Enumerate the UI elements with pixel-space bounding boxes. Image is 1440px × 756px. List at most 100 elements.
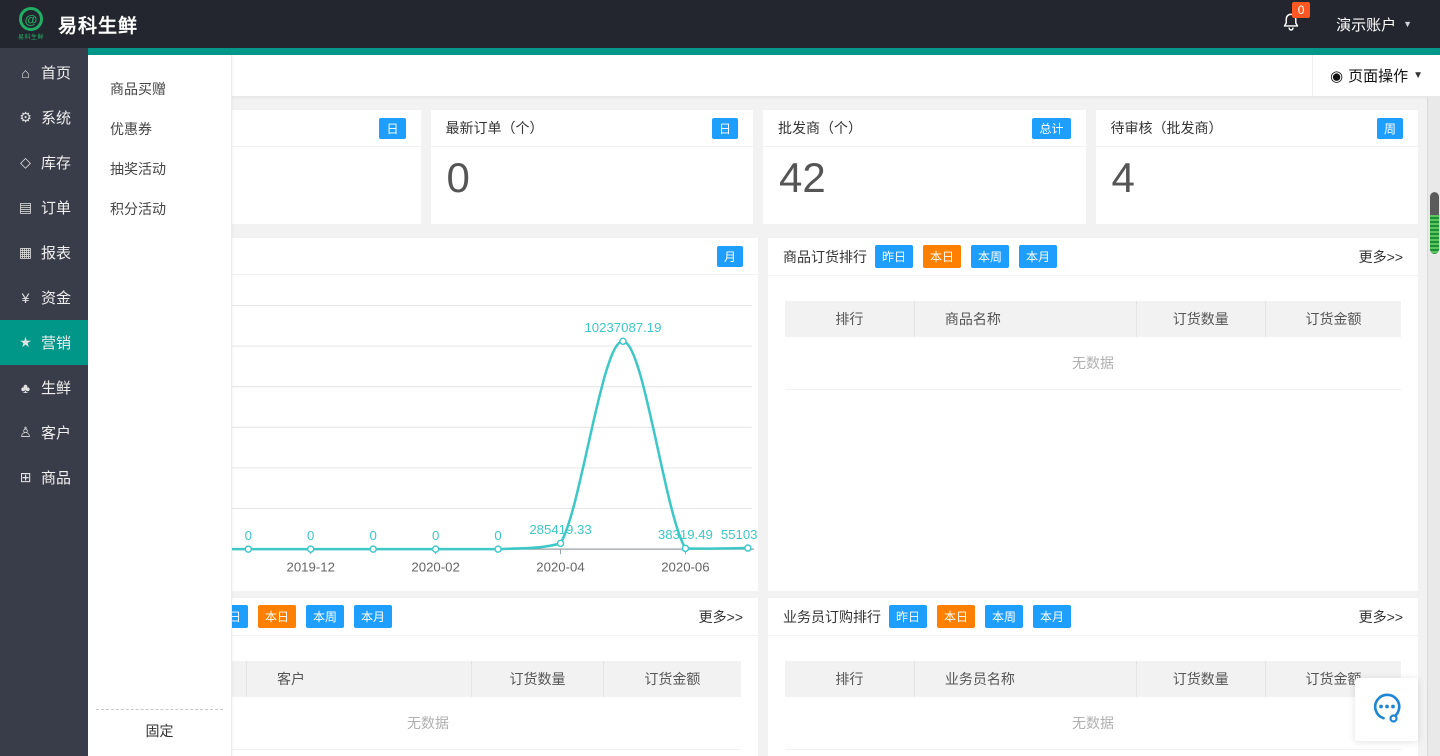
bell-icon (1280, 20, 1302, 37)
svg-text:38319.49: 38319.49 (658, 527, 713, 542)
scrollbar-thumb[interactable] (1430, 192, 1439, 254)
scrollbar-thumb-cap (1430, 192, 1439, 215)
stat-card-wholesalers: 批发商（个）总计 42 (763, 110, 1086, 224)
col-order-amount: 订货金额 (603, 661, 741, 697)
submenu-item-lottery[interactable]: 抽奖活动 (88, 149, 231, 189)
logo-spiral-icon: @ (19, 7, 43, 31)
chevron-down-icon: ▼ (1403, 19, 1412, 29)
sidebar-item-label: 库存 (41, 152, 71, 173)
empty-state: 无数据 (785, 697, 1401, 749)
more-link[interactable]: 更多>> (699, 607, 743, 627)
tab-today[interactable]: 本日 (258, 605, 296, 628)
grid-icon: ⊞ (17, 469, 34, 486)
submenu-item-buy-gift[interactable]: 商品买赠 (88, 69, 231, 109)
col-order-qty: 订货数量 (1136, 301, 1265, 337)
sidebar-item-products[interactable]: ⊞商品 (0, 455, 88, 500)
col-order-qty: 订货数量 (472, 661, 603, 697)
svg-text:0: 0 (369, 528, 376, 543)
home-icon: ⌂ (17, 65, 34, 81)
sidebar-item-customers[interactable]: ♙客户 (0, 410, 88, 455)
sidebar-item-system[interactable]: ⚙系统 (0, 95, 88, 140)
notification-count-badge: 0 (1292, 2, 1310, 18)
notification-bell[interactable]: 0 (1280, 11, 1302, 38)
more-link[interactable]: 更多>> (1359, 607, 1403, 627)
col-salesman-name: 业务员名称 (914, 661, 1136, 697)
product-ranking-panel: 商品订货排行 昨日 本日 本周 本月 更多>> 排行 商品名称 订货数量 (768, 238, 1418, 591)
star-icon: ★ (17, 334, 34, 351)
account-menu[interactable]: 演示账户 ▼ (1336, 14, 1412, 35)
sidebar-item-label: 系统 (41, 107, 71, 128)
sidebar-item-label: 生鲜 (41, 377, 71, 398)
tab-this-week[interactable]: 本周 (985, 605, 1023, 628)
sidebar-item-reports[interactable]: ▦报表 (0, 230, 88, 275)
submenu-item-points[interactable]: 积分活动 (88, 189, 231, 229)
svg-text:2020-02: 2020-02 (411, 559, 459, 574)
svg-text:2020-04: 2020-04 (536, 559, 584, 574)
chat-support-button[interactable] (1355, 678, 1418, 741)
tab-this-month[interactable]: 本月 (1033, 605, 1071, 628)
tab-yesterday[interactable]: 昨日 (875, 245, 913, 268)
toolbar: ◉ 页面操作 ▼ (88, 55, 1440, 97)
col-order-amount: 订货金额 (1265, 301, 1401, 337)
account-name: 演示账户 (1336, 14, 1396, 35)
submenu-item-coupons[interactable]: 优惠券 (88, 109, 231, 149)
page-actions-button[interactable]: ◉ 页面操作 ▼ (1312, 55, 1440, 96)
app-logo: @ 易科生鲜 (18, 7, 44, 41)
svg-text:2019-12: 2019-12 (287, 559, 335, 574)
panel-title: 商品订货排行 (783, 247, 867, 267)
tab-this-week[interactable]: 本周 (971, 245, 1009, 268)
document-icon: ▤ (17, 199, 34, 216)
sidebar-item-label: 首页 (41, 62, 71, 83)
tab-this-month[interactable]: 本月 (354, 605, 392, 628)
svg-text:0: 0 (494, 528, 501, 543)
pin-submenu-button[interactable]: 固定 (96, 709, 223, 756)
period-badge: 月 (717, 246, 743, 267)
stat-card-title: 最新订单（个） (446, 118, 544, 138)
stat-card-pending-review: 待审核（批发商） 周 4 (1096, 110, 1419, 224)
scrollbar-track[interactable] (1427, 97, 1440, 756)
svg-text:2020-06: 2020-06 (661, 559, 709, 574)
svg-text:0: 0 (307, 528, 314, 543)
chat-bubble-icon (1369, 689, 1405, 730)
tab-yesterday[interactable]: 昨日 (889, 605, 927, 628)
svg-text:0: 0 (432, 528, 439, 543)
sidebar-item-orders[interactable]: ▤ 订单 (0, 185, 88, 230)
tree-icon: ♣ (17, 380, 34, 396)
col-order-qty: 订货数量 (1136, 661, 1265, 697)
stat-card-title: 待审核（批发商） (1111, 118, 1223, 138)
accent-bar (88, 48, 1440, 55)
stat-card-value: 0 (431, 147, 754, 209)
tab-today[interactable]: 本日 (923, 245, 961, 268)
logo-caption: 易科生鲜 (18, 32, 44, 41)
marketing-submenu: 商品买赠 优惠券 抽奖活动 积分活动 固定 (88, 55, 232, 756)
salesman-ranking-table: 排行 业务员名称 订货数量 订货金额 无数据 (785, 661, 1401, 750)
sidebar-item-label: 营销 (41, 332, 71, 353)
stat-card-latest-orders: 最新订单（个） 日 0 (431, 110, 754, 224)
radio-dot-icon: ◉ (1330, 67, 1343, 85)
more-link[interactable]: 更多>> (1359, 247, 1403, 267)
chevron-down-icon: ▼ (1413, 70, 1423, 81)
col-product-name: 商品名称 (914, 301, 1136, 337)
sidebar-nav: ⌂ 首页 ⚙系统 ◇库存 ▤ 订单 ▦报表 ¥资金 ★ 营销 ♣ 生鲜 ♙客户 ⊞商品 (0, 48, 88, 756)
col-customer: 客户 (246, 661, 471, 697)
empty-state: 无数据 (785, 337, 1401, 389)
sidebar-item-funds[interactable]: ¥资金 (0, 275, 88, 320)
scrollbar-thumb-stripes (1430, 215, 1439, 254)
sidebar-item-label: 订单 (41, 197, 71, 218)
sidebar-item-inventory[interactable]: ◇库存 (0, 140, 88, 185)
stat-card-value: 4 (1096, 147, 1419, 209)
stat-card-value: 42 (763, 147, 1086, 209)
sidebar-item-marketing[interactable]: ★ 营销 (0, 320, 88, 365)
sidebar-item-fresh[interactable]: ♣ 生鲜 (0, 365, 88, 410)
tab-this-month[interactable]: 本月 (1019, 245, 1057, 268)
stat-cards-row: 日 最新订单（个） 日 0 批发商（个）总计 42 待审核（批发商） 周 4 (98, 110, 1418, 224)
sidebar-item-home[interactable]: ⌂ 首页 (0, 50, 88, 95)
person-icon: ♙ (17, 424, 34, 441)
tab-this-week[interactable]: 本周 (306, 605, 344, 628)
sidebar-item-label: 资金 (41, 287, 71, 308)
period-badge: 日 (379, 118, 405, 139)
period-badge: 周 (1377, 118, 1403, 139)
tab-today[interactable]: 本日 (937, 605, 975, 628)
period-badge: 日 (712, 118, 738, 139)
product-ranking-table: 排行 商品名称 订货数量 订货金额 无数据 (785, 301, 1401, 390)
